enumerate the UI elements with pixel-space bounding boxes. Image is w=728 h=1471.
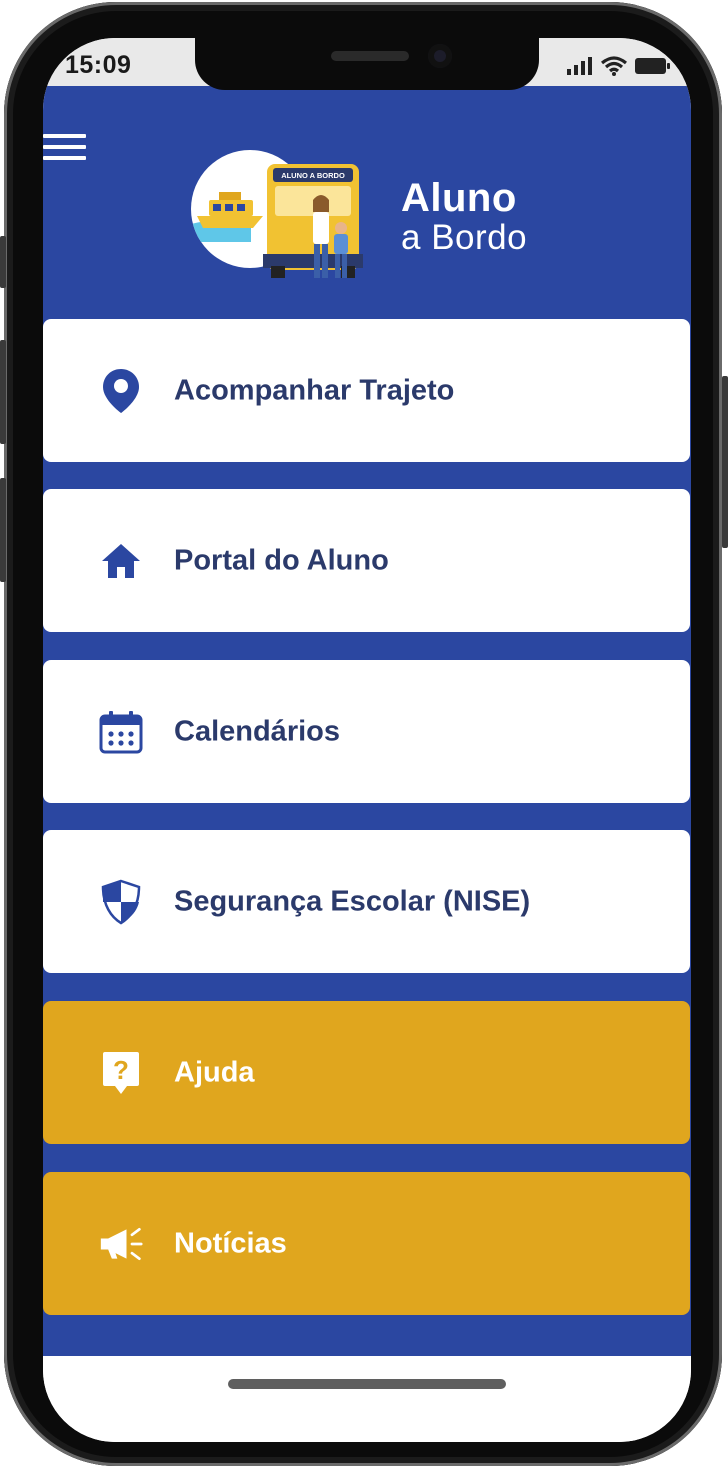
home-indicator[interactable] (228, 1379, 506, 1389)
brand-line-2: a Bordo (401, 218, 528, 257)
hamburger-menu-line (43, 145, 86, 149)
status-time: 15:09 (65, 51, 132, 79)
phone-frame: 15:09 ALUNO A BORDO Aluno a Bordo Acompa… (4, 2, 722, 1466)
menu-item-portal-do-aluno[interactable]: Portal do Aluno (43, 489, 690, 632)
front-camera-icon (428, 44, 452, 68)
menu-item-label: Notícias (174, 1227, 287, 1259)
hamburger-menu-button[interactable] (43, 134, 87, 164)
app-content: ALUNO A BORDO Aluno a Bordo Acompanhar T… (43, 86, 691, 1356)
shield-icon (99, 878, 143, 926)
help-question-icon: ? (99, 1049, 143, 1097)
app-logo: ALUNO A BORDO Aluno a Bordo (191, 148, 551, 308)
menu-item-ajuda[interactable]: ? Ajuda (43, 1001, 690, 1144)
hamburger-menu-icon (43, 134, 86, 138)
menu-item-label: Segurança Escolar (NISE) (174, 885, 531, 917)
svg-text:?: ? (113, 1055, 129, 1085)
app-screen: 15:09 ALUNO A BORDO Aluno a Bordo Acompa… (43, 38, 691, 1442)
menu-item-label: Ajuda (174, 1056, 255, 1088)
mute-switch (0, 236, 6, 288)
volume-up-button (0, 340, 6, 444)
brand-line-1: Aluno (401, 176, 517, 220)
menu-item-label: Calendários (174, 715, 340, 747)
calendar-icon (99, 708, 143, 756)
hamburger-menu-line (43, 156, 86, 160)
home-icon (99, 537, 143, 585)
menu-item-seguranca-escolar[interactable]: Segurança Escolar (NISE) (43, 830, 690, 973)
speaker-grille (331, 51, 409, 61)
device-notch (195, 38, 539, 90)
menu-item-label: Portal do Aluno (174, 544, 389, 576)
power-button (722, 376, 728, 548)
megaphone-icon (99, 1220, 143, 1268)
menu-item-acompanhar-trajeto[interactable]: Acompanhar Trajeto (43, 319, 690, 462)
brand-name: Aluno a Bordo (401, 178, 527, 255)
menu-item-label: Acompanhar Trajeto (174, 374, 455, 406)
bus-illustration: ALUNO A BORDO (263, 164, 363, 278)
home-indicator-area (43, 1356, 691, 1442)
menu-item-calendarios[interactable]: Calendários (43, 660, 690, 803)
battery-icon (635, 58, 670, 74)
wifi-icon (601, 56, 627, 76)
bus-sign-text: ALUNO A BORDO (281, 171, 345, 180)
location-pin-icon (99, 367, 143, 415)
menu-item-noticias[interactable]: Notícias (43, 1172, 690, 1315)
signal-icon (567, 57, 592, 75)
volume-down-button (0, 478, 6, 582)
status-icons (567, 56, 671, 76)
